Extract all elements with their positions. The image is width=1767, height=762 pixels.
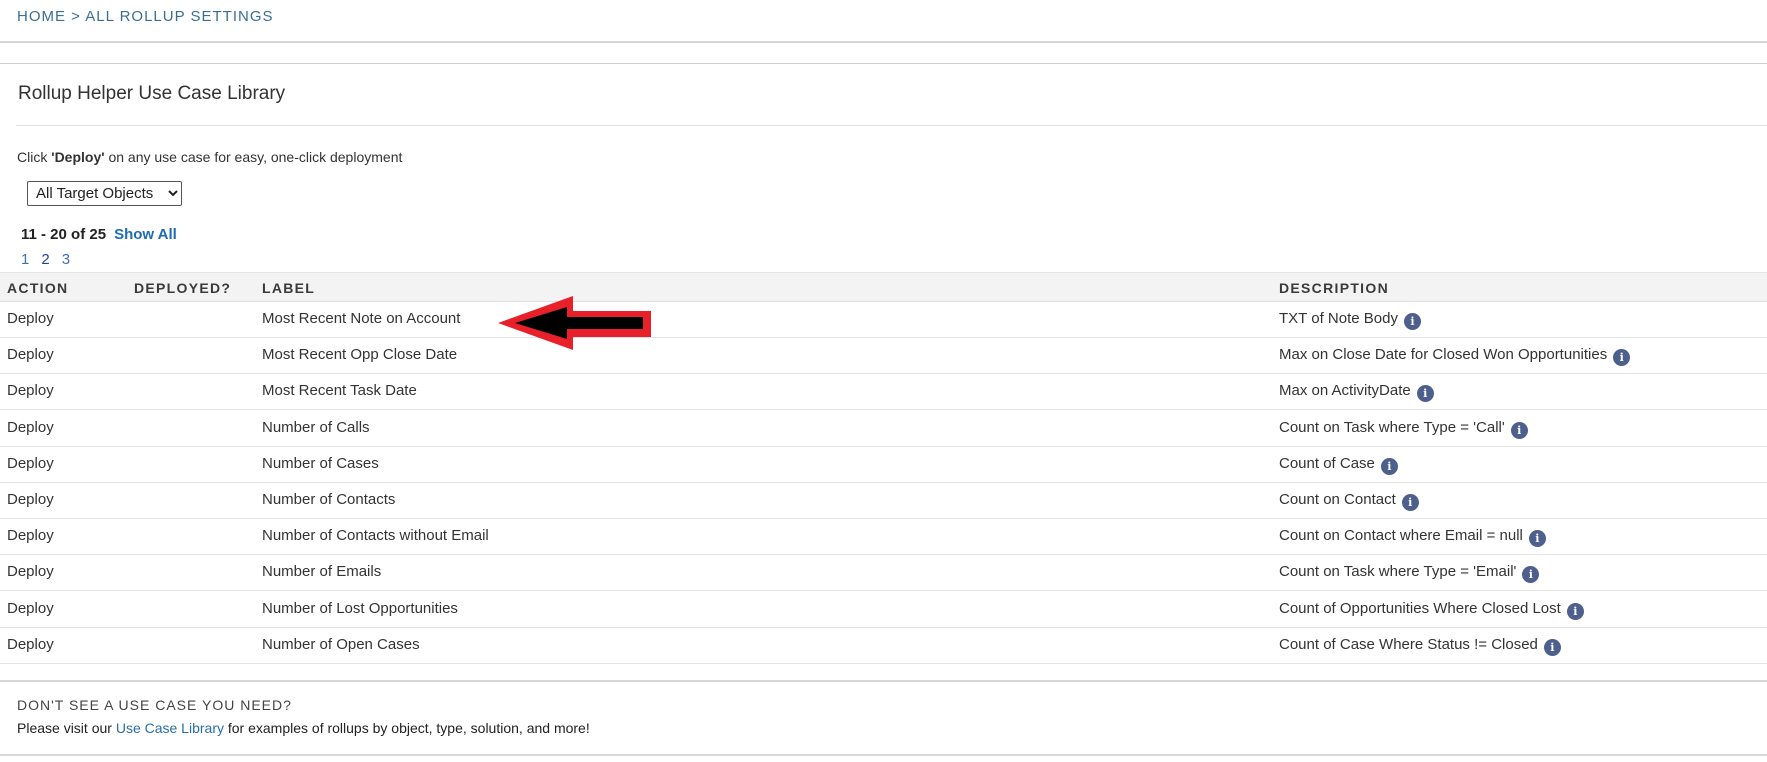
info-icon[interactable]: i: [1613, 349, 1631, 367]
info-icon[interactable]: i: [1380, 457, 1398, 475]
table-row: Deploy Most Recent Task Date Max on Activi…: [0, 374, 1767, 411]
info-icon[interactable]: i: [1510, 421, 1528, 439]
record-count: 11 - 20 of 25 Show All: [21, 226, 177, 243]
page-link-3[interactable]: 3: [62, 251, 70, 268]
label-cell: Most Recent Opp Close Date: [262, 346, 458, 364]
page-title: Rollup Helper Use Case Library: [18, 83, 286, 104]
info-icon[interactable]: i: [1528, 530, 1546, 548]
label-cell: Number of Emails: [262, 563, 382, 581]
description-text: Count on Task where Type = 'Email': [1279, 563, 1517, 581]
label-cell: Number of Cases: [262, 454, 379, 472]
header-action: ACTION: [7, 280, 69, 296]
info-icon[interactable]: i: [1522, 566, 1540, 584]
breadcrumb: HOME > ALL ROLLUP SETTINGS: [17, 8, 274, 25]
record-range: 11 - 20 of 25: [21, 226, 107, 243]
deploy-link[interactable]: Deploy: [7, 455, 54, 472]
deploy-link[interactable]: Deploy: [7, 346, 54, 363]
table-row: Deploy Number of Calls Count on Task where…: [0, 411, 1767, 447]
footer-text: Please visit our Use Case Library for ex…: [17, 720, 590, 736]
deploy-link[interactable]: Deploy: [7, 563, 54, 580]
description-cell: Count on Task where Type = 'Email' i: [1279, 563, 1540, 584]
info-icon[interactable]: i: [1566, 602, 1584, 620]
label-cell: Most Recent Note on Account: [262, 310, 461, 327]
table-row: Deploy Number of Contacts Count on Contact…: [0, 483, 1767, 519]
description-text: Count on Contact: [1279, 491, 1396, 508]
table-row: Deploy Most Recent Opp Close Date Max on C…: [0, 338, 1767, 375]
description-cell: Count on Contact i: [1279, 491, 1419, 511]
breadcrumb-home[interactable]: HOME: [17, 8, 66, 25]
use-case-library-link[interactable]: Use Case Library: [116, 720, 224, 736]
arrow-left-icon: [498, 296, 651, 350]
label-cell: Most Recent Task Date: [262, 382, 417, 400]
table-row: Deploy Most Recent Note on Account TXT of …: [0, 302, 1767, 338]
instruction-bold: 'Deploy': [51, 149, 105, 165]
label-cell: Number of Lost Opportunities: [262, 599, 458, 617]
divider: [0, 63, 1767, 64]
description-text: Count of Opportunities Where Closed Lost: [1279, 599, 1561, 617]
info-icon[interactable]: i: [1401, 494, 1419, 511]
deploy-link[interactable]: Deploy: [7, 419, 54, 436]
instruction-text: Click 'Deploy' on any use case for easy,…: [17, 149, 402, 165]
instruction-suffix: on any use case for easy, one-click depl…: [104, 149, 403, 165]
footer-suffix: for examples of rollups by object, type,…: [223, 720, 590, 736]
header-deployed: DEPLOYED?: [134, 280, 232, 296]
footer-heading: DON'T SEE A USE CASE YOU NEED?: [17, 697, 292, 713]
divider: [0, 41, 1767, 43]
label-cell: Number of Open Cases: [262, 635, 420, 653]
label-cell: Number of Contacts: [262, 491, 396, 508]
description-cell: Max on Close Date for Closed Won Opportu…: [1279, 346, 1631, 367]
description-text: TXT of Note Body: [1279, 310, 1398, 327]
deploy-link[interactable]: Deploy: [7, 310, 54, 327]
info-icon[interactable]: i: [1416, 385, 1434, 403]
table-header: ACTION DEPLOYED? LABEL DESCRIPTION: [0, 272, 1767, 302]
divider: [0, 754, 1767, 756]
description-cell: Max on ActivityDate i: [1279, 382, 1434, 403]
pagination: 123: [21, 251, 82, 268]
description-cell: Count on Task where Type = 'Call' i: [1279, 419, 1528, 439]
instruction-prefix: Click: [17, 149, 52, 165]
table-row: Deploy Number of Emails Count on Task wher…: [0, 555, 1767, 592]
info-icon[interactable]: i: [1543, 638, 1561, 656]
deploy-link[interactable]: Deploy: [7, 600, 54, 617]
show-all-link[interactable]: Show All: [114, 226, 177, 243]
description-text: Count of Case Where Status != Closed: [1279, 635, 1538, 653]
label-cell: Number of Contacts without Email: [262, 527, 489, 545]
target-object-select[interactable]: All Target Objects: [27, 181, 182, 206]
divider: [16, 125, 1767, 126]
description-cell: Count on Contact where Email = null i: [1279, 527, 1546, 548]
page-link-2[interactable]: 2: [41, 251, 49, 268]
description-cell: TXT of Note Body i: [1279, 310, 1421, 330]
breadcrumb-current[interactable]: ALL ROLLUP SETTINGS: [85, 8, 273, 25]
info-icon[interactable]: i: [1403, 313, 1421, 330]
label-cell: Number of Calls: [262, 418, 370, 436]
description-cell: Count of Opportunities Where Closed Lost…: [1279, 600, 1584, 620]
breadcrumb-separator: >: [71, 8, 81, 25]
description-text: Max on ActivityDate: [1279, 382, 1411, 400]
divider: [0, 680, 1767, 682]
deploy-link[interactable]: Deploy: [7, 382, 54, 399]
description-text: Count on Contact where Email = null: [1279, 527, 1523, 545]
deploy-link[interactable]: Deploy: [7, 527, 54, 544]
description-text: Count on Task where Type = 'Call': [1279, 418, 1505, 436]
footer-prefix: Please visit our: [17, 720, 116, 736]
table-row: Deploy Number of Lost Opportunities Count …: [0, 592, 1767, 628]
table-row: Deploy Number of Contacts without Email Co…: [0, 519, 1767, 556]
deploy-link[interactable]: Deploy: [7, 491, 54, 508]
page-link-1[interactable]: 1: [21, 251, 29, 268]
description-cell: Count of Case Where Status != Closed i: [1279, 636, 1561, 656]
description-cell: Count of Case i: [1279, 455, 1398, 475]
header-label: LABEL: [262, 280, 316, 296]
description-text: Count of Case: [1279, 454, 1375, 472]
table-row: Deploy Number of Open Cases Count of Case …: [0, 628, 1767, 664]
header-description: DESCRIPTION: [1279, 280, 1389, 296]
deploy-link[interactable]: Deploy: [7, 636, 54, 653]
table-row: Deploy Number of Cases Count of Case i: [0, 447, 1767, 483]
description-text: Max on Close Date for Closed Won Opportu…: [1279, 346, 1608, 364]
